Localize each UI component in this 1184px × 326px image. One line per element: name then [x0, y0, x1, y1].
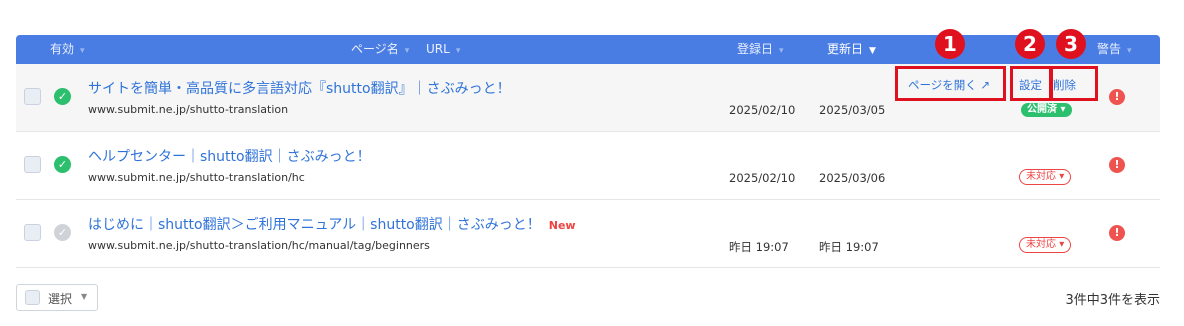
sort-caret-icon: ▾ — [1127, 46, 1132, 56]
col-valid-header[interactable]: 有効 ▾ — [50, 35, 85, 64]
highlight-delete — [1050, 66, 1098, 101]
page-title-link[interactable]: ヘルプセンター｜shutto翻訳｜さぶみっと！ — [88, 146, 371, 166]
table-row[interactable]: ✓ はじめに｜shutto翻訳＞ご利用マニュアル｜shutto翻訳｜さぶみっと！… — [16, 200, 1160, 268]
sort-caret-icon: ▾ — [404, 46, 410, 56]
sort-caret-icon: ▾ — [80, 46, 85, 56]
check-circle-icon: ✓ — [54, 224, 71, 241]
warning-icon[interactable]: ! — [1109, 157, 1125, 173]
table-row[interactable]: ✓ ヘルプセンター｜shutto翻訳｜さぶみっと！ www.submit.ne.… — [16, 132, 1160, 200]
col-warning-header[interactable]: 警告 ▾ — [1097, 35, 1132, 64]
page-url: www.submit.ne.jp/shutto-translation/hc/m… — [88, 239, 430, 252]
updated-date: 昨日 19:07 — [819, 240, 879, 254]
sort-caret-icon: ▾ — [455, 46, 461, 56]
updated-date: 2025/03/05 — [819, 103, 886, 117]
check-circle-icon: ✓ — [54, 156, 71, 173]
chevron-down-icon: ▼ — [81, 292, 88, 301]
warning-icon[interactable]: ! — [1109, 89, 1125, 105]
select-dropdown-button[interactable]: 選択 ▼ — [16, 284, 98, 311]
col-registered-header[interactable]: 登録日 ▾ — [737, 35, 784, 64]
registered-date: 2025/02/10 — [729, 171, 796, 185]
status-badge[interactable]: 未対応 ▾ — [1019, 237, 1072, 253]
chevron-down-icon: ▾ — [1059, 171, 1065, 182]
chevron-down-icon: ▾ — [1059, 239, 1065, 250]
row-checkbox[interactable] — [24, 156, 41, 173]
page-title-link[interactable]: サイトを簡単・高品質に多言語対応『shutto翻訳』｜さぶみっと！ — [88, 78, 511, 98]
col-url-header[interactable]: URL ▾ — [426, 35, 460, 64]
annotation-number-1: 1 — [935, 29, 965, 59]
highlight-settings — [1010, 66, 1052, 101]
select-all-checkbox[interactable] — [25, 290, 40, 305]
page-url: www.submit.ne.jp/shutto-translation/hc — [88, 171, 305, 184]
col-updated-header[interactable]: 更新日 ▼ — [827, 35, 876, 64]
annotation-number-3: 3 — [1056, 29, 1086, 59]
status-badge[interactable]: 未対応 ▾ — [1019, 169, 1072, 185]
sort-caret-icon: ▾ — [779, 46, 784, 56]
check-circle-icon: ✓ — [54, 88, 71, 105]
row-checkbox[interactable] — [24, 224, 41, 241]
table-header: 有効 ▾ ページ名 ▾ URL ▾ 登録日 ▾ 更新日 ▼ 警告 ▾ — [16, 35, 1160, 64]
annotation-number-2: 2 — [1015, 29, 1045, 59]
col-page-name-header[interactable]: ページ名 ▾ — [351, 35, 409, 64]
status-badge[interactable]: 公開済 ▾ — [1021, 103, 1072, 117]
page-title-link[interactable]: はじめに｜shutto翻訳＞ご利用マニュアル｜shutto翻訳｜さぶみっと！ Ne… — [88, 214, 576, 234]
highlight-open-page — [895, 66, 1006, 101]
row-checkbox[interactable] — [24, 88, 41, 105]
result-count: 3件中3件を表示 — [1065, 293, 1160, 308]
sort-caret-icon: ▼ — [869, 46, 876, 56]
registered-date: 昨日 19:07 — [729, 240, 789, 254]
updated-date: 2025/03/06 — [819, 171, 886, 185]
warning-icon[interactable]: ! — [1109, 225, 1125, 241]
chevron-down-icon: ▾ — [1060, 104, 1066, 115]
new-badge: New — [548, 219, 576, 232]
page-url: www.submit.ne.jp/shutto-translation — [88, 103, 289, 116]
registered-date: 2025/02/10 — [729, 103, 796, 117]
